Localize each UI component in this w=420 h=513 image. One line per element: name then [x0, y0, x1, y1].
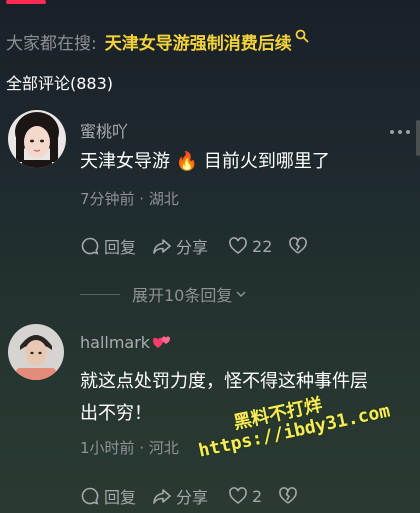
comment-text-part1: 天津女导游 [80, 151, 170, 172]
avatar[interactable] [8, 110, 66, 168]
top-indicator-bar [6, 0, 46, 4]
comment-actions: 回复 分享 2 [80, 484, 302, 508]
avatar[interactable] [8, 324, 64, 380]
reply-icon [81, 487, 99, 505]
heart-icon [229, 237, 247, 255]
like-count: 22 [252, 236, 273, 256]
heart-icon [229, 487, 247, 505]
dislike-button[interactable] [288, 236, 312, 256]
username-text[interactable]: hallmark [80, 333, 150, 352]
comment-actions: 回复 分享 22 [80, 234, 312, 258]
share-label: 分享 [176, 238, 209, 257]
reply-button[interactable]: 回复 [80, 234, 136, 258]
fire-emoji-icon: 🔥 [175, 151, 199, 172]
reply-label: 回复 [104, 238, 137, 257]
search-suggestion[interactable]: 大家都在搜: 天津女导游强制消费后续 [6, 28, 309, 54]
search-suggestion-keyword[interactable]: 天津女导游强制消费后续 [105, 29, 292, 54]
search-icon[interactable] [295, 29, 309, 43]
divider-line [80, 293, 120, 295]
reply-button[interactable]: 回复 [80, 484, 136, 508]
broken-heart-icon [289, 237, 308, 254]
chevron-down-icon [236, 291, 246, 298]
username-text[interactable]: 蜜桃吖 [80, 118, 128, 142]
share-icon [153, 489, 171, 504]
share-button[interactable]: 分享 [152, 484, 208, 508]
like-button[interactable]: 2 [228, 486, 262, 506]
dislike-button[interactable] [278, 486, 302, 506]
share-button[interactable]: 分享 [152, 234, 208, 258]
comment-text: 天津女导游 🔥 目前火到哪里了 [80, 146, 400, 178]
hearts-icon [153, 335, 171, 348]
comment-username[interactable]: 蜜桃吖 [80, 118, 128, 142]
expand-replies-button[interactable]: 展开10条回复 [80, 282, 248, 306]
like-button[interactable]: 22 [228, 236, 272, 256]
comment-username[interactable]: hallmark [80, 333, 172, 352]
share-label: 分享 [176, 488, 209, 507]
more-dots-icon[interactable] [390, 130, 410, 134]
scrollbar-thumb[interactable] [416, 120, 420, 156]
expand-replies-label: 展开10条回复 [132, 286, 233, 305]
like-count: 2 [252, 486, 263, 506]
comment-meta: 7分钟前 · 湖北 [80, 190, 179, 208]
comment-meta: 1小时前 · 河北 [80, 439, 179, 457]
search-suggestion-prefix: 大家都在搜: [6, 33, 97, 54]
share-icon [153, 239, 171, 254]
reply-icon [81, 237, 99, 255]
broken-heart-icon [279, 487, 298, 504]
reply-label: 回复 [104, 488, 137, 507]
comment-text-part2: 目前火到哪里了 [203, 151, 330, 172]
comments-count-title: 全部评论(883) [6, 74, 114, 93]
